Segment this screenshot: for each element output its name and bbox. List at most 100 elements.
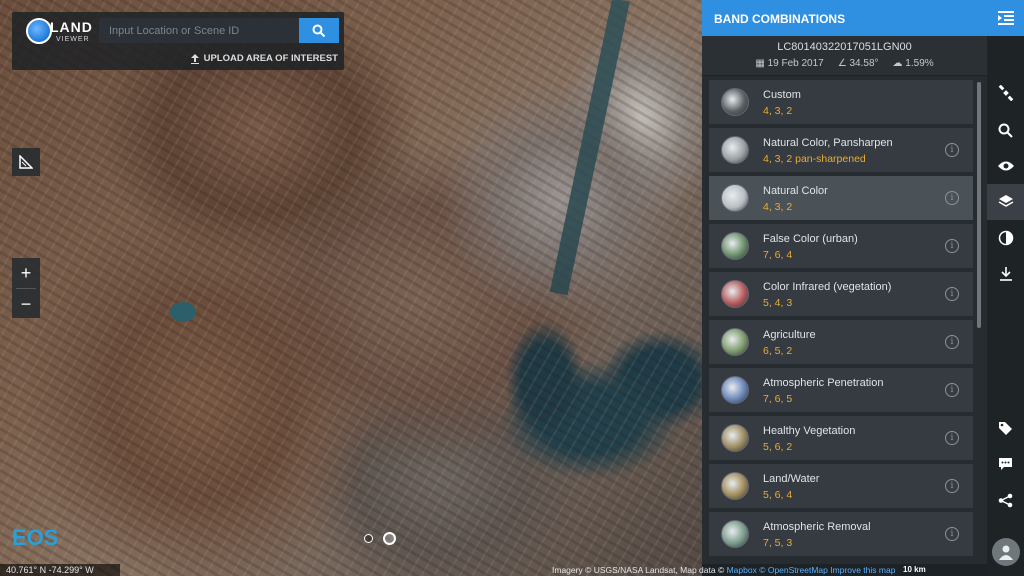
info-icon[interactable]: i xyxy=(945,287,959,301)
map-scale: 10 km xyxy=(903,565,926,574)
info-icon[interactable]: i xyxy=(945,191,959,205)
info-icon[interactable]: i xyxy=(945,335,959,349)
upload-icon xyxy=(190,53,199,64)
satellite-tool-button[interactable] xyxy=(987,74,1024,112)
band-name: Natural Color, Pansharpen xyxy=(763,137,893,149)
band-value: 7, 6, 4 xyxy=(763,249,793,261)
zoom-in-button[interactable]: + xyxy=(12,258,40,288)
download-tool-button[interactable] xyxy=(987,256,1024,292)
band-item[interactable]: Natural Color 4, 3, 2 i xyxy=(709,176,973,220)
contrast-icon xyxy=(998,230,1013,246)
view-tool-button[interactable] xyxy=(987,148,1024,184)
band-value: 4, 3, 2 xyxy=(763,201,793,213)
band-item[interactable]: Color Infrared (vegetation) 5, 4, 3 i xyxy=(709,272,973,316)
band-name: Healthy Vegetation xyxy=(763,425,856,437)
sun-angle-group: ∠ 34.58° xyxy=(838,58,879,69)
band-thumbnail xyxy=(721,424,749,452)
band-value: 4, 3, 2 xyxy=(763,105,793,117)
eos-logo[interactable]: EOS xyxy=(12,525,58,551)
search-icon xyxy=(998,123,1013,138)
layers-icon xyxy=(998,195,1013,207)
band-item[interactable]: False Color (urban) 7, 6, 4 i xyxy=(709,224,973,268)
band-thumbnail xyxy=(721,520,749,548)
band-value: 4, 3, 2 pan-sharpened xyxy=(763,153,866,165)
band-list: Custom 4, 3, 2 Natural Color, Pansharpen 4,… xyxy=(709,80,973,560)
band-value: 5, 6, 4 xyxy=(763,489,793,501)
cloud-group: ☁ 1.59% xyxy=(893,58,934,69)
upload-label: UPLOAD AREA OF INTEREST xyxy=(203,53,338,64)
share-tool-button[interactable] xyxy=(987,482,1024,518)
upload-area-button[interactable]: UPLOAD AREA OF INTEREST xyxy=(190,53,338,64)
info-icon[interactable]: i xyxy=(945,383,959,397)
search-tool-button[interactable] xyxy=(987,112,1024,148)
band-item[interactable]: Agriculture 6, 5, 2 i xyxy=(709,320,973,364)
band-name: Land/Water xyxy=(763,473,820,485)
band-item[interactable]: Land/Water 5, 6, 4 i xyxy=(709,464,973,508)
zoom-controls: + − xyxy=(12,258,40,318)
band-thumbnail xyxy=(721,88,749,116)
band-combinations-panel: BAND COMBINATIONS LC80140322017051LGN00 … xyxy=(702,0,987,564)
mapbox-link[interactable]: Mapbox xyxy=(727,565,757,575)
lake xyxy=(170,302,196,322)
right-toolbar xyxy=(987,0,1024,576)
sun-angle: 34.58° xyxy=(849,58,879,69)
info-icon[interactable]: i xyxy=(945,239,959,253)
osm-link[interactable]: © OpenStreetMap xyxy=(759,565,828,575)
scene-info: LC80140322017051LGN00 ▦ 19 Feb 2017 ∠ 34… xyxy=(702,36,987,76)
band-item[interactable]: Custom 4, 3, 2 xyxy=(709,80,973,124)
search-input[interactable] xyxy=(99,18,299,43)
scene-date-group: ▦ 19 Feb 2017 xyxy=(755,58,823,69)
band-thumbnail xyxy=(721,472,749,500)
scene-meta: ▦ 19 Feb 2017 ∠ 34.58° ☁ 1.59% xyxy=(702,58,987,69)
band-value: 7, 5, 3 xyxy=(763,537,793,549)
search-icon xyxy=(312,24,326,37)
chat-icon xyxy=(999,457,1012,470)
tag-tool-button[interactable] xyxy=(987,410,1024,446)
zoom-out-button[interactable]: − xyxy=(12,289,40,319)
band-value: 5, 4, 3 xyxy=(763,297,793,309)
download-icon xyxy=(999,267,1012,281)
share-icon xyxy=(998,493,1013,507)
info-icon[interactable]: i xyxy=(945,527,959,541)
logo-subtext: VIEWER xyxy=(56,36,90,43)
band-value: 5, 6, 2 xyxy=(763,441,793,453)
info-icon[interactable]: i xyxy=(945,143,959,157)
map-attribution: Imagery © USGS/NASA Landsat, Map data © … xyxy=(552,564,895,576)
calendar-icon: ▦ xyxy=(755,58,765,69)
slider-dot-active[interactable] xyxy=(383,532,396,545)
angle-icon: ∠ xyxy=(837,58,847,69)
band-thumbnail xyxy=(721,328,749,356)
measure-tool-button[interactable] xyxy=(12,148,40,176)
band-item[interactable]: Atmospheric Removal 7, 5, 3 i xyxy=(709,512,973,556)
slider-dot[interactable] xyxy=(364,534,373,543)
globe-icon xyxy=(26,18,52,44)
panel-scrollbar[interactable] xyxy=(977,82,981,328)
band-name: Atmospheric Penetration xyxy=(763,377,884,389)
band-item[interactable]: Healthy Vegetation 5, 6, 2 i xyxy=(709,416,973,460)
panel-title: BAND COMBINATIONS xyxy=(702,0,987,36)
user-icon xyxy=(999,545,1013,560)
contrast-tool-button[interactable] xyxy=(987,220,1024,256)
band-item[interactable]: Atmospheric Penetration 7, 6, 5 i xyxy=(709,368,973,412)
eye-icon xyxy=(997,161,1014,171)
toggle-panel-button[interactable] xyxy=(987,0,1024,36)
logo-text: LAND xyxy=(50,19,93,35)
improve-map-link[interactable]: Improve this map xyxy=(830,565,895,575)
cloud-cover: 1.59% xyxy=(905,58,934,69)
band-thumbnail xyxy=(721,376,749,404)
satellite-map[interactable] xyxy=(0,0,702,576)
band-thumbnail xyxy=(721,184,749,212)
info-icon[interactable]: i xyxy=(945,431,959,445)
band-name: Atmospheric Removal xyxy=(763,521,871,533)
info-icon[interactable]: i xyxy=(945,479,959,493)
user-avatar[interactable] xyxy=(992,538,1020,566)
search-button[interactable] xyxy=(299,18,339,43)
feedback-tool-button[interactable] xyxy=(987,446,1024,482)
band-name: Custom xyxy=(763,89,801,101)
coordinates-readout: 40.761° N -74.299° W xyxy=(0,564,120,576)
land-viewer-logo[interactable]: LAND VIEWER xyxy=(26,16,106,52)
slider-dots xyxy=(364,532,396,545)
layers-tool-button[interactable] xyxy=(987,184,1024,220)
band-name: False Color (urban) xyxy=(763,233,858,245)
band-item[interactable]: Natural Color, Pansharpen 4, 3, 2 pan-sha… xyxy=(709,128,973,172)
